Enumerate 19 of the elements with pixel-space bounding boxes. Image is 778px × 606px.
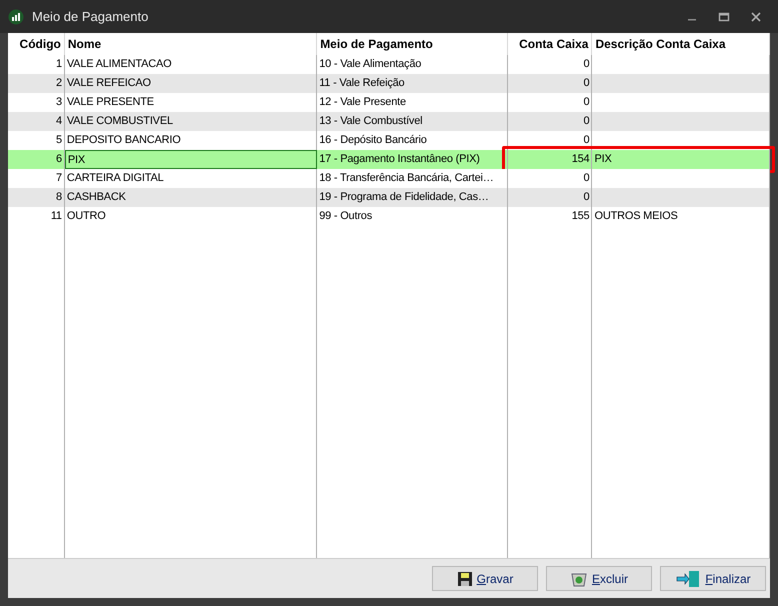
table-row[interactable]: 4 VALE COMBUSTIVEL 13 - Vale Combustível 0 [8,112,770,131]
table-cell: PIX [64,150,318,169]
table-row[interactable]: 8 CASHBACK 19 - Programa de Fidelidade, Cas… 0 [8,188,770,207]
table-cell: OUTROS MEIOS [592,207,770,226]
table-row[interactable]: 2 VALE REFEICAO 11 - Vale Refeição 0 [8,74,770,93]
table-cell: OUTRO [64,207,318,226]
maximize-icon[interactable] [718,10,730,22]
delete-button[interactable]: Excluir [546,566,652,591]
chart-logo-icon [8,8,24,24]
window-title: Meio de Pagamento [32,8,148,26]
close-icon[interactable] [750,10,762,22]
table-cell: DEPOSITO BANCARIO [64,131,318,150]
table-cell: 99 - Outros [317,207,508,226]
table-cell: 155 [508,207,592,226]
exit-door-icon [675,570,702,588]
table-cell: 11 [8,207,65,226]
recycle-bin-icon [570,570,588,586]
save-button[interactable]: Gravar [432,566,538,591]
exit-button[interactable]: Finalizar [660,566,766,591]
